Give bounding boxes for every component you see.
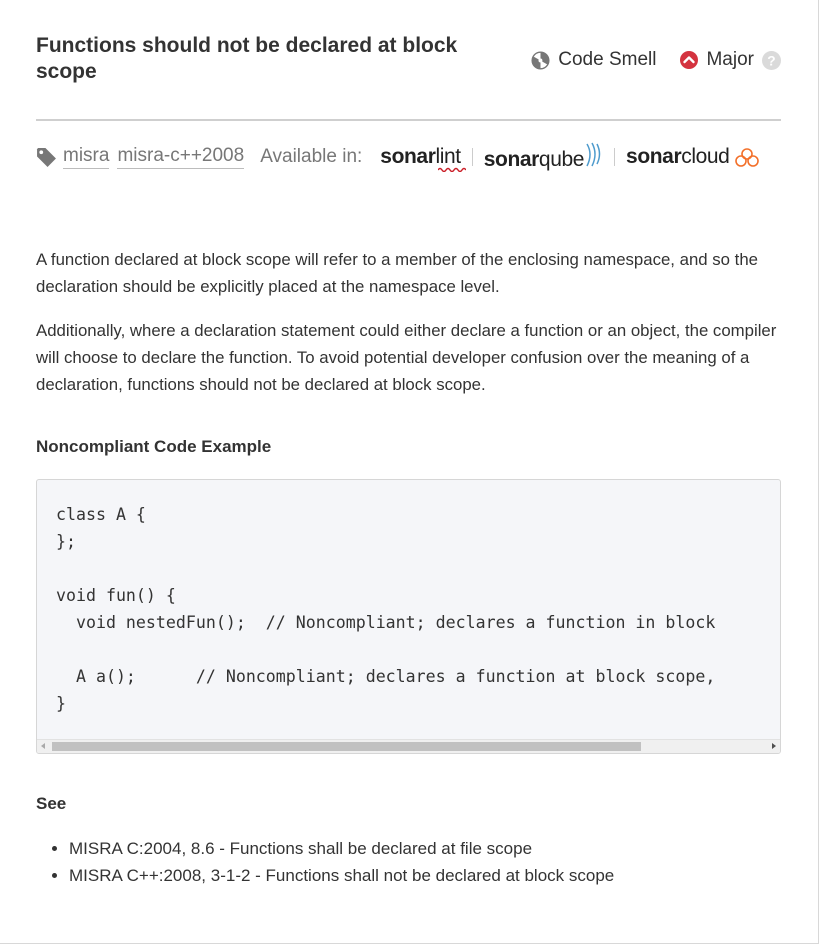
sonarqube-logo[interactable]: sonar qube [484,142,603,172]
header-divider [36,119,781,121]
scrollbar-thumb[interactable] [52,742,641,751]
rule-type-label: Code Smell [558,49,657,70]
tags-row: misra misra-c++2008 Available in: sonar l… [36,142,781,172]
rule-card: Functions should not be declared at bloc… [0,0,819,944]
code-block[interactable]: class A { }; void fun() { void nestedFun… [36,479,781,754]
svg-text:?: ? [767,53,775,68]
rule-severity: Major ? [680,49,781,71]
help-icon[interactable]: ? [762,50,781,70]
list-item: MISRA C++:2008, 3-1-2 - Functions shall … [69,862,614,889]
logo-separator [614,148,616,166]
see-list: MISRA C:2004, 8.6 - Functions shall be d… [36,835,614,889]
logo-separator [471,148,473,166]
scroll-right-arrow-icon[interactable] [772,743,776,749]
tag-misra-cpp2008[interactable]: misra-c++2008 [117,145,245,169]
rule-title: Functions should not be declared at bloc… [36,34,458,83]
description-paragraph: A function declared at block scope will … [36,250,759,296]
noncompliant-heading: Noncompliant Code Example [36,437,272,456]
description-paragraph: Additionally, where a declaration statem… [36,321,777,394]
list-item: MISRA C:2004, 8.6 - Functions shall be d… [69,835,614,862]
sonarlint-logo[interactable]: sonar lint [380,145,467,172]
code-smell-icon [531,50,550,70]
tag-misra[interactable]: misra [63,145,110,169]
sonarcloud-logo[interactable]: sonar cloud [626,145,760,169]
rule-description: A function declared at block scope will … [36,246,786,415]
major-severity-icon [680,51,699,69]
scroll-left-arrow-icon[interactable] [41,743,45,749]
horizontal-scrollbar[interactable] [37,739,780,753]
see-heading: See [36,794,67,813]
available-in-label: Available in: [260,146,363,167]
rule-type: Code Smell [531,49,656,71]
rule-header: Functions should not be declared at bloc… [36,33,781,119]
code-text: class A { }; void fun() { void nestedFun… [56,505,716,713]
rule-meta: Code Smell Major ? [531,46,781,74]
rule-severity-label: Major [706,49,754,70]
tag-icon [36,147,57,168]
